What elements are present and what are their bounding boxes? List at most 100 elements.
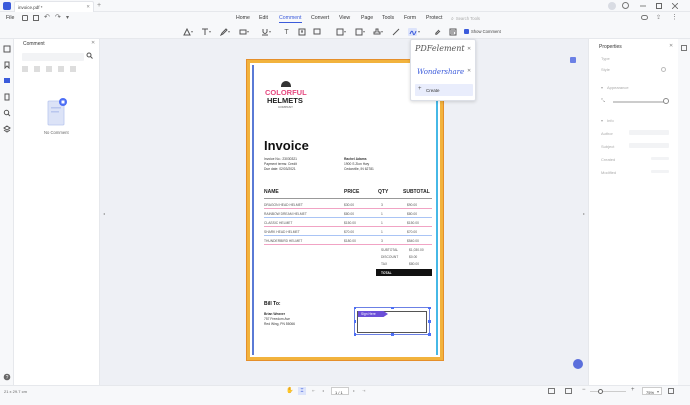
search-icon[interactable] [86,52,93,59]
create-signature-button[interactable]: + Create [415,84,473,96]
zoom-in-icon[interactable]: + [631,387,635,393]
style-settings-icon[interactable] [661,67,666,72]
comment-search-input[interactable] [22,53,84,61]
comment-icon[interactable] [3,77,11,85]
author-input[interactable] [629,130,669,135]
comment-toggle-icon[interactable] [570,57,576,63]
shape-icon[interactable] [354,28,363,36]
stamp-icon[interactable] [372,28,381,36]
page-number-input[interactable]: 1 / 1 [331,387,349,395]
properties-toggle-icon[interactable] [681,45,687,51]
print-icon[interactable] [33,15,39,21]
menu-page[interactable]: Page [361,14,373,23]
resize-handle[interactable] [353,320,356,323]
minimize-icon[interactable] [640,3,646,9]
subject-input[interactable] [629,143,669,148]
sign-here-tag[interactable]: Sign Here [358,311,388,317]
filter-icon[interactable] [22,66,28,72]
import-icon[interactable] [58,66,64,72]
menu-convert[interactable]: Convert [311,14,329,23]
dropdown-icon[interactable]: ▾ [228,29,230,34]
underline-icon[interactable] [260,28,269,36]
close-properties-icon[interactable]: ✕ [669,43,673,49]
zoom-select[interactable]: 75% ▾ [642,387,662,395]
last-page-icon[interactable]: ⇥ [362,388,365,393]
measure-icon[interactable] [391,28,400,36]
delete-signature-2-icon[interactable]: ✕ [467,68,471,74]
menu-tools[interactable]: Tools [382,14,394,23]
dropdown-icon[interactable]: ▾ [418,29,420,34]
more-options-icon[interactable] [70,66,76,72]
collapse-left-icon[interactable]: ◂ [103,211,105,216]
menu-comment[interactable]: Comment [279,14,302,23]
dropdown-icon[interactable]: ▾ [191,29,193,34]
attachment-icon[interactable] [433,28,442,36]
signature-tool-icon[interactable] [408,28,417,36]
info-chevron-icon[interactable]: ▾ [601,118,603,123]
resize-handle[interactable] [428,333,431,336]
opacity-slider[interactable] [613,101,667,103]
user-avatar[interactable] [608,2,616,10]
opacity-slider-handle[interactable] [663,98,669,104]
prev-page-icon[interactable]: ◂ [322,388,324,393]
search-tools[interactable]: ⌕ Search Tools [451,14,491,23]
menu-form[interactable]: Form [404,14,416,23]
dropdown-icon[interactable]: ▾ [363,29,365,34]
export-icon[interactable] [46,66,52,72]
text-markup-icon[interactable] [200,28,209,36]
cloud-icon[interactable] [641,15,648,20]
new-tab-icon[interactable]: + [97,2,101,9]
redo-icon[interactable]: ↷ [55,13,61,21]
comment-list-icon[interactable] [448,28,457,36]
sort-icon[interactable] [34,66,40,72]
resize-handle[interactable] [428,320,431,323]
dropdown-icon[interactable]: ▾ [344,29,346,34]
dropdown-icon[interactable]: ▾ [247,29,249,34]
next-page-icon[interactable]: ▸ [353,388,355,393]
document-tab[interactable]: invoice.pdf * ✕ [14,1,94,12]
maximize-icon[interactable] [656,3,662,9]
resize-handle[interactable] [353,333,356,336]
dropdown-icon[interactable]: ▾ [381,29,383,34]
quick-save-icon[interactable] [22,15,28,21]
search-rail-icon[interactable] [3,109,11,117]
more-icon[interactable]: ⋮ [671,13,678,21]
textbox-icon[interactable] [297,28,306,36]
dropdown-icon[interactable]: ▾ [269,29,271,34]
collapse-right-icon[interactable]: ▸ [583,211,585,216]
resize-handle[interactable] [391,333,394,336]
hand-tool-icon[interactable]: ✋ [286,387,293,394]
close-tab-icon[interactable]: ✕ [86,4,90,10]
menu-protect[interactable]: Protect [426,14,442,23]
menu-view[interactable]: View [339,14,350,23]
thumbnail-icon[interactable] [3,45,11,53]
appearance-chevron-icon[interactable]: ▾ [601,85,603,90]
text-icon[interactable]: T [282,28,291,36]
delete-signature-1-icon[interactable]: ✕ [467,46,471,52]
undo-icon[interactable]: ↶ [44,13,50,21]
ai-assistant-icon[interactable] [573,359,583,369]
help-icon[interactable]: ? [3,373,11,381]
close-window-icon[interactable] [672,3,678,9]
menu-home[interactable]: Home [236,14,250,23]
zoom-slider[interactable] [590,388,626,394]
signature-option-1[interactable]: PDFelement [415,44,465,54]
dropdown-icon[interactable]: ▾ [209,29,211,34]
show-comment-checkbox[interactable] [464,29,469,34]
close-panel-icon[interactable]: ✕ [91,40,95,46]
resize-handle[interactable] [391,306,394,309]
page-layout-icon[interactable] [565,388,572,394]
note-icon[interactable] [335,28,344,36]
eraser-icon[interactable] [238,28,247,36]
layers-icon[interactable] [3,125,11,133]
pin-icon[interactable]: ▾ [66,14,69,21]
pencil-icon[interactable] [219,28,228,36]
zoom-out-icon[interactable]: − [582,387,586,393]
highlight-tool-icon[interactable] [182,28,191,36]
signature-field[interactable]: Sign Here [353,306,431,336]
resize-handle[interactable] [428,306,431,309]
share-icon[interactable]: ⇪ [656,14,661,21]
fit-width-icon[interactable] [548,388,555,394]
page-icon[interactable] [3,93,11,101]
first-page-icon[interactable]: ⇤ [312,388,315,393]
